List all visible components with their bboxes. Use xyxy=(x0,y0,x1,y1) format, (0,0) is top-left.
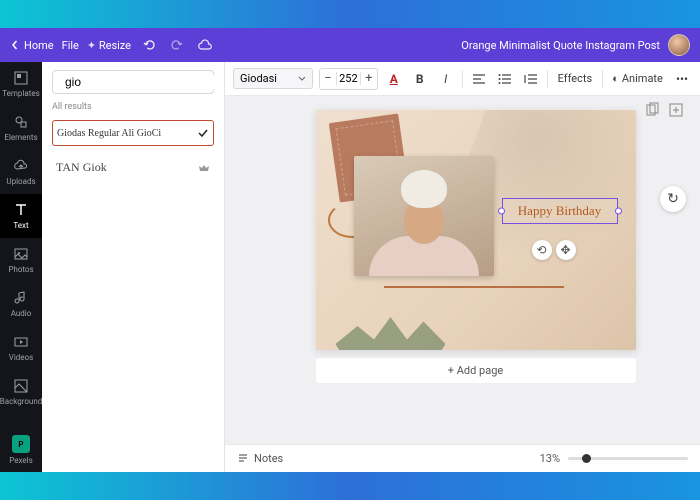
font-size-value[interactable]: 252 xyxy=(336,72,361,85)
decrease-size[interactable]: − xyxy=(320,69,336,89)
font-search[interactable] xyxy=(52,70,214,94)
rail-uploads[interactable]: Uploads xyxy=(0,150,42,194)
animate-button[interactable]: ◐Animate xyxy=(609,68,666,90)
notes-icon xyxy=(237,453,249,465)
crown-icon xyxy=(198,162,210,174)
document-title[interactable]: Orange Minimalist Quote Instagram Post xyxy=(461,39,660,52)
notes-toggle[interactable]: Notes xyxy=(237,452,283,465)
zoom-thumb[interactable] xyxy=(582,454,591,463)
italic-button[interactable]: I xyxy=(436,68,456,90)
home-button[interactable]: Home xyxy=(10,39,54,52)
font-search-input[interactable] xyxy=(65,75,220,89)
rail-elements[interactable]: Elements xyxy=(0,106,42,150)
rail-text[interactable]: Text xyxy=(0,194,42,238)
results-label: All results xyxy=(52,102,214,112)
font-name: Giodas Regular Ali GioCi xyxy=(57,128,161,139)
underline-stroke xyxy=(384,286,564,288)
text-color-button[interactable]: A xyxy=(384,68,404,90)
help-button[interactable]: ↻ xyxy=(660,186,686,212)
zoom-value: 13% xyxy=(540,452,560,465)
redo-button[interactable] xyxy=(167,35,187,55)
rotate-handle[interactable]: ⟲ xyxy=(532,240,552,260)
chevron-left-icon xyxy=(10,40,20,50)
check-icon xyxy=(197,127,209,139)
resize-handle-right[interactable] xyxy=(615,208,622,215)
user-avatar[interactable] xyxy=(668,34,690,56)
move-handle[interactable]: ✥ xyxy=(556,240,576,260)
bottom-bar: Notes 13% xyxy=(225,444,700,472)
left-rail: Templates Elements Uploads Text Photos A… xyxy=(0,62,42,472)
stage[interactable]: ↻ Happy Birthday xyxy=(225,96,700,444)
cloud-save-icon[interactable] xyxy=(195,35,215,55)
spacing-button[interactable] xyxy=(521,68,541,90)
file-menu[interactable]: File xyxy=(62,39,79,52)
align-button[interactable] xyxy=(469,68,489,90)
text-toolbar: Giodasi − 252 + A B I Effects ◐Animate xyxy=(225,62,700,96)
top-bar: Home File ✦ Resize Orange Minimalist Quo… xyxy=(0,28,700,62)
increase-size[interactable]: + xyxy=(361,69,377,89)
rail-videos[interactable]: Videos xyxy=(0,326,42,370)
font-result-selected[interactable]: Giodas Regular Ali GioCi xyxy=(52,120,214,146)
portrait-photo[interactable] xyxy=(354,156,494,276)
more-button[interactable]: ••• xyxy=(672,68,692,90)
rail-audio[interactable]: Audio xyxy=(0,282,42,326)
bold-button[interactable]: B xyxy=(410,68,430,90)
resize-handle-left[interactable] xyxy=(498,208,505,215)
font-result[interactable]: TAN Giok xyxy=(52,154,214,181)
green-leaf xyxy=(336,290,446,350)
rail-background[interactable]: Background xyxy=(0,370,42,414)
add-page-icon[interactable] xyxy=(668,102,684,118)
duplicate-page-icon[interactable] xyxy=(644,102,660,118)
effects-button[interactable]: Effects xyxy=(554,68,597,90)
selected-text-box[interactable]: Happy Birthday xyxy=(502,198,618,224)
rail-photos[interactable]: Photos xyxy=(0,238,42,282)
rail-templates[interactable]: Templates xyxy=(0,62,42,106)
font-family-select[interactable]: Giodasi xyxy=(233,68,313,89)
zoom-slider[interactable] xyxy=(568,457,688,460)
chevron-down-icon xyxy=(298,75,306,83)
resize-menu[interactable]: ✦ Resize xyxy=(87,39,131,52)
home-label: Home xyxy=(24,39,54,52)
add-page-button[interactable]: + Add page xyxy=(316,358,636,383)
font-size-stepper[interactable]: − 252 + xyxy=(319,68,378,90)
side-panel: All results Giodas Regular Ali GioCi TAN… xyxy=(42,62,225,472)
text-content[interactable]: Happy Birthday xyxy=(518,203,601,219)
canvas-area: Giodasi − 252 + A B I Effects ◐Animate xyxy=(225,62,700,472)
font-name: TAN Giok xyxy=(56,160,107,175)
undo-button[interactable] xyxy=(139,35,159,55)
design-page[interactable]: Happy Birthday ⟲ ✥ xyxy=(316,110,636,350)
list-button[interactable] xyxy=(495,68,515,90)
rail-pexels[interactable]: PPexels xyxy=(0,428,42,472)
